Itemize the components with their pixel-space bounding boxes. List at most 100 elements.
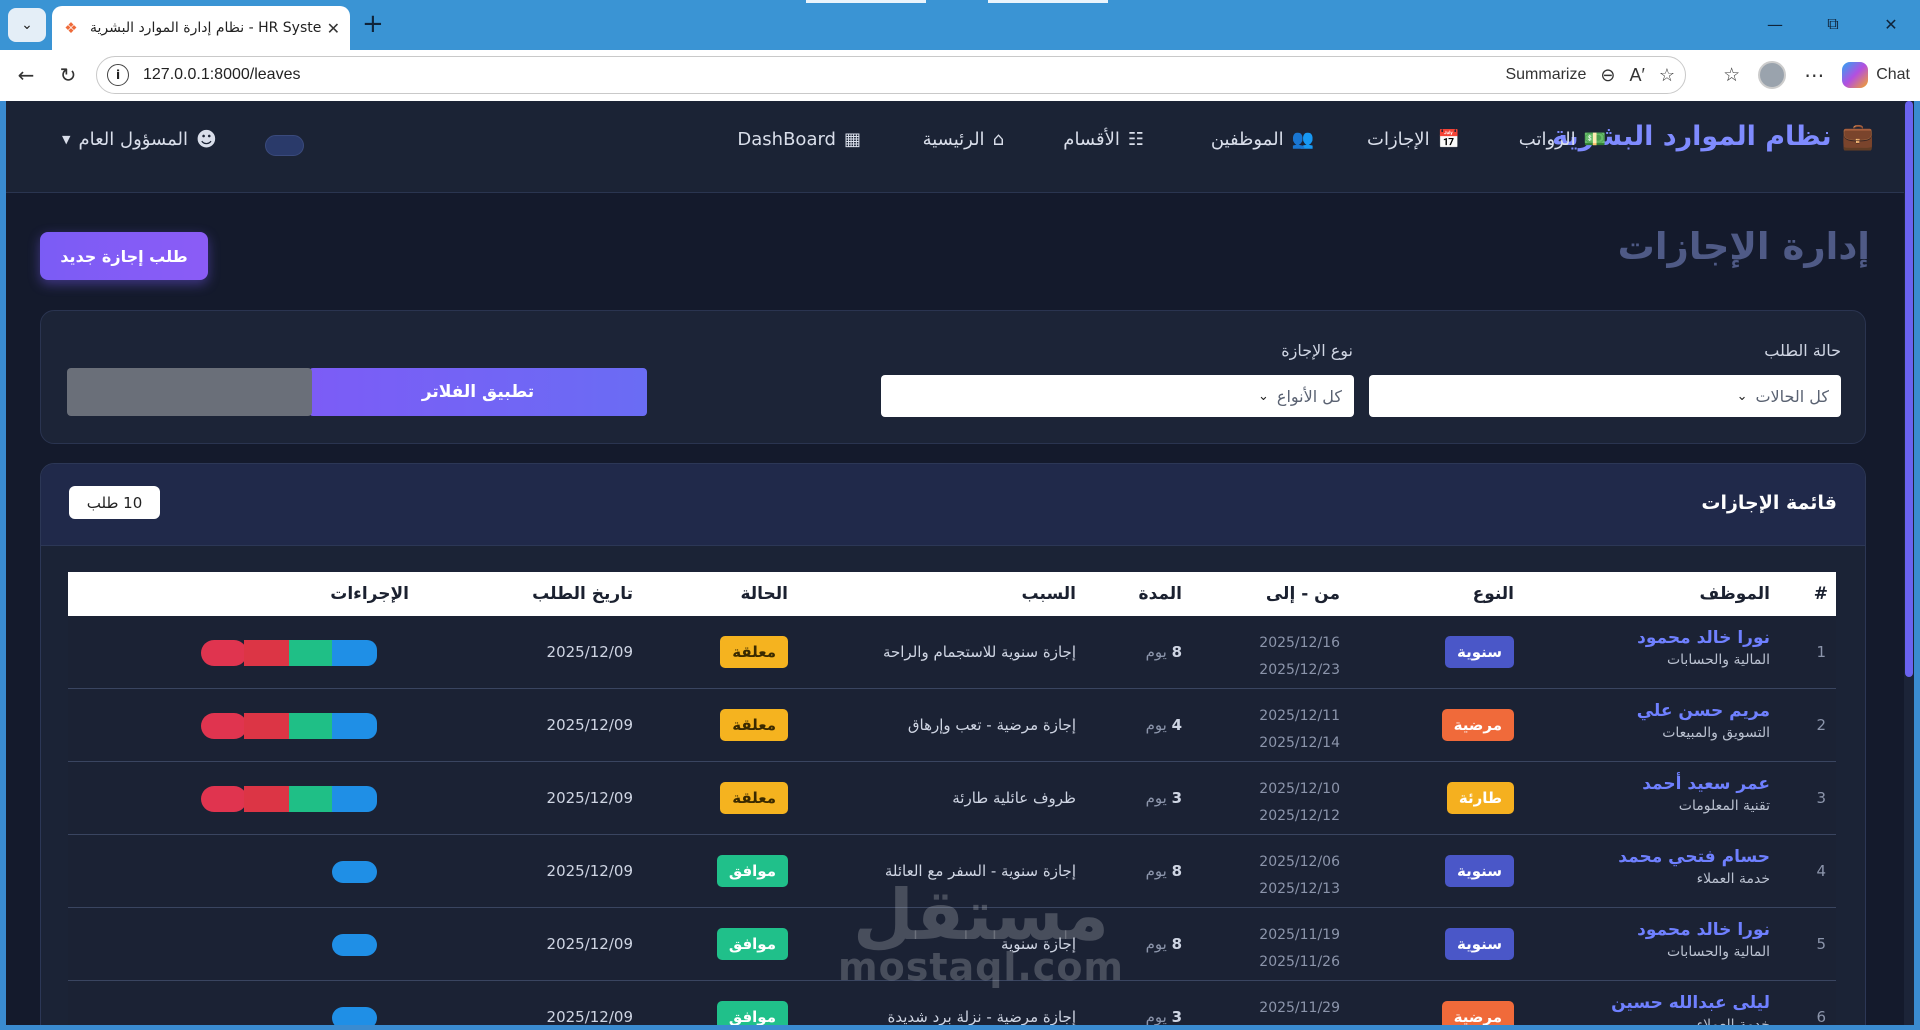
nav-departments[interactable]: ☷ الأقسام bbox=[1063, 129, 1144, 150]
request-date-value: 2025/12/09 bbox=[546, 716, 633, 734]
scrollbar-thumb[interactable] bbox=[1905, 101, 1913, 677]
type-filter-select[interactable]: كل الأنواع ⌄ bbox=[881, 375, 1354, 417]
new-leave-button[interactable]: طلب إجازة جديد bbox=[40, 232, 208, 280]
list-header: قائمة الإجازات 10 طلب bbox=[41, 464, 1865, 546]
delete-button[interactable] bbox=[201, 713, 247, 739]
actions-group bbox=[201, 932, 415, 958]
chevron-down-icon: ⌄ bbox=[1736, 388, 1748, 404]
employee-department: المالية والحسابات bbox=[1666, 944, 1770, 960]
view-button[interactable] bbox=[332, 713, 377, 739]
request-date-value: 2025/12/09 bbox=[546, 862, 633, 880]
nav-salaries[interactable]: 💵 الرواتب bbox=[1519, 129, 1606, 150]
type-cell: سنوية bbox=[1444, 855, 1514, 887]
tab-list-button[interactable]: ⌄ bbox=[8, 8, 46, 42]
close-window-icon[interactable]: ✕ bbox=[1862, 0, 1920, 48]
scrollbar[interactable] bbox=[1904, 101, 1914, 1025]
new-tab-button[interactable]: + bbox=[362, 11, 384, 37]
theme-toggle[interactable] bbox=[265, 135, 304, 156]
chevron-down-icon: ⌄ bbox=[21, 17, 33, 33]
restore-icon[interactable]: ⧉ bbox=[1804, 0, 1862, 48]
back-button[interactable]: ← bbox=[6, 55, 46, 95]
view-button[interactable] bbox=[332, 1007, 377, 1025]
table-row: 2 مريم حسن علي التسويق والمبيعات مرضية 2025/… bbox=[68, 689, 1836, 762]
info-icon[interactable]: i bbox=[107, 64, 129, 86]
view-button[interactable] bbox=[332, 786, 377, 812]
close-icon[interactable]: ✕ bbox=[327, 19, 340, 38]
summarize-button[interactable]: Summarize bbox=[1505, 66, 1586, 84]
employee-department: خدمة العملاء bbox=[1696, 1017, 1770, 1025]
nav-employees[interactable]: 👥 الموظفين bbox=[1211, 129, 1314, 150]
more-icon[interactable]: ⋯ bbox=[1804, 63, 1824, 88]
type-cell: سنوية bbox=[1444, 928, 1514, 960]
table-body: 1 نورا خالد محمود المالية والحسابات سنوية 20… bbox=[68, 616, 1836, 1025]
browser-tab[interactable]: ❖ نظام إدارة الموارد البشرية - HR System… bbox=[52, 6, 350, 50]
apply-filters-button[interactable]: تطبيق الفلاتر bbox=[309, 368, 647, 416]
status-badge: موافق bbox=[716, 928, 788, 960]
row-number: 5 bbox=[1816, 935, 1826, 953]
employee-name[interactable]: نورا خالد محمود bbox=[1637, 920, 1770, 940]
nav-home[interactable]: ⌂ الرئيسية bbox=[923, 129, 1004, 150]
user-menu[interactable]: ☻ المسؤول العام ▼ bbox=[62, 127, 217, 151]
view-button[interactable] bbox=[332, 640, 377, 666]
nav-leaves[interactable]: 📅 الإجازات bbox=[1367, 129, 1460, 150]
view-button[interactable] bbox=[332, 934, 377, 956]
col-actions: الإجراءات bbox=[330, 584, 409, 604]
employee-cell: ليلى عبدالله حسين خدمة العملاء bbox=[1611, 993, 1770, 1025]
reject-button[interactable] bbox=[244, 713, 290, 739]
laravel-icon: ❖ bbox=[64, 19, 78, 37]
nav-dashboard[interactable]: ▦ DashBoard bbox=[737, 129, 861, 150]
reload-button[interactable]: ↻ bbox=[48, 55, 88, 95]
status-filter-label: حالة الطلب bbox=[1764, 341, 1841, 360]
employee-department: خدمة العملاء bbox=[1696, 871, 1770, 887]
profile-avatar[interactable] bbox=[1758, 61, 1787, 89]
url-text[interactable]: 127.0.0.1:8000/leaves bbox=[143, 66, 1505, 84]
nav-departments-label: الأقسام bbox=[1063, 129, 1120, 150]
employee-cell: نورا خالد محمود المالية والحسابات bbox=[1637, 920, 1770, 960]
url-bar[interactable]: i 127.0.0.1:8000/leaves Summarize ⊖ A′ ☆ bbox=[96, 56, 1686, 94]
employee-cell: حسام فتحي محمد خدمة العملاء bbox=[1618, 847, 1770, 887]
employee-name[interactable]: نورا خالد محمود bbox=[1637, 628, 1770, 648]
table-row: 5 نورا خالد محمود المالية والحسابات سنوية 20… bbox=[68, 908, 1836, 981]
reset-filters-button[interactable] bbox=[67, 368, 312, 416]
favorites-icon[interactable]: ☆ bbox=[1723, 64, 1740, 87]
arrow-left-icon: ← bbox=[17, 63, 35, 87]
tab-title: نظام إدارة الموارد البشرية - HR System bbox=[90, 20, 321, 36]
request-date-value: 2025/12/09 bbox=[546, 935, 633, 953]
read-aloud-icon[interactable]: A′ bbox=[1629, 65, 1644, 86]
copilot-chat-button[interactable]: Chat bbox=[1842, 62, 1910, 88]
reject-button[interactable] bbox=[244, 640, 290, 666]
approve-button[interactable] bbox=[289, 713, 335, 739]
date-range: 2025/12/16 2025/12/23 bbox=[1259, 630, 1340, 684]
duration: 8 يوم bbox=[1146, 862, 1182, 880]
duration-days: 8 bbox=[1171, 643, 1182, 661]
row-number: 2 bbox=[1816, 716, 1826, 734]
status-filter-select[interactable]: كل الحالات ⌄ bbox=[1369, 375, 1841, 417]
zoom-out-icon[interactable]: ⊖ bbox=[1600, 65, 1615, 86]
money-icon: 💵 bbox=[1583, 129, 1606, 150]
approve-button[interactable] bbox=[289, 640, 335, 666]
reject-button[interactable] bbox=[244, 786, 290, 812]
delete-button[interactable] bbox=[201, 786, 247, 812]
employee-name[interactable]: عمر سعيد أحمد bbox=[1642, 774, 1770, 794]
col-num: # bbox=[1813, 584, 1828, 604]
employee-department: التسويق والمبيعات bbox=[1662, 725, 1770, 741]
nav-leaves-label: الإجازات bbox=[1367, 129, 1430, 150]
employee-name[interactable]: ليلى عبدالله حسين bbox=[1611, 993, 1770, 1013]
duration: 3 يوم bbox=[1146, 789, 1182, 807]
approve-button[interactable] bbox=[289, 786, 335, 812]
type-badge: سنوية bbox=[1444, 636, 1514, 668]
employee-name[interactable]: حسام فتحي محمد bbox=[1618, 847, 1770, 867]
reason: إجازة مرضية - تعب وإرهاق bbox=[907, 716, 1076, 734]
type-badge: مرضية bbox=[1441, 1001, 1514, 1025]
row-number: 1 bbox=[1816, 643, 1826, 661]
minimize-icon[interactable]: — bbox=[1746, 0, 1804, 48]
star-icon[interactable]: ☆ bbox=[1659, 65, 1675, 86]
table-row: 6 ليلى عبدالله حسين خدمة العملاء مرضية 2025/… bbox=[68, 981, 1836, 1025]
view-button[interactable] bbox=[332, 861, 377, 883]
actions-group bbox=[201, 1005, 415, 1025]
duration-days: 3 bbox=[1171, 789, 1182, 807]
status-cell: موافق bbox=[716, 855, 788, 887]
employee-name[interactable]: مريم حسن علي bbox=[1637, 701, 1770, 721]
delete-button[interactable] bbox=[201, 640, 247, 666]
to-date: 2025/12/12 bbox=[1259, 808, 1340, 824]
